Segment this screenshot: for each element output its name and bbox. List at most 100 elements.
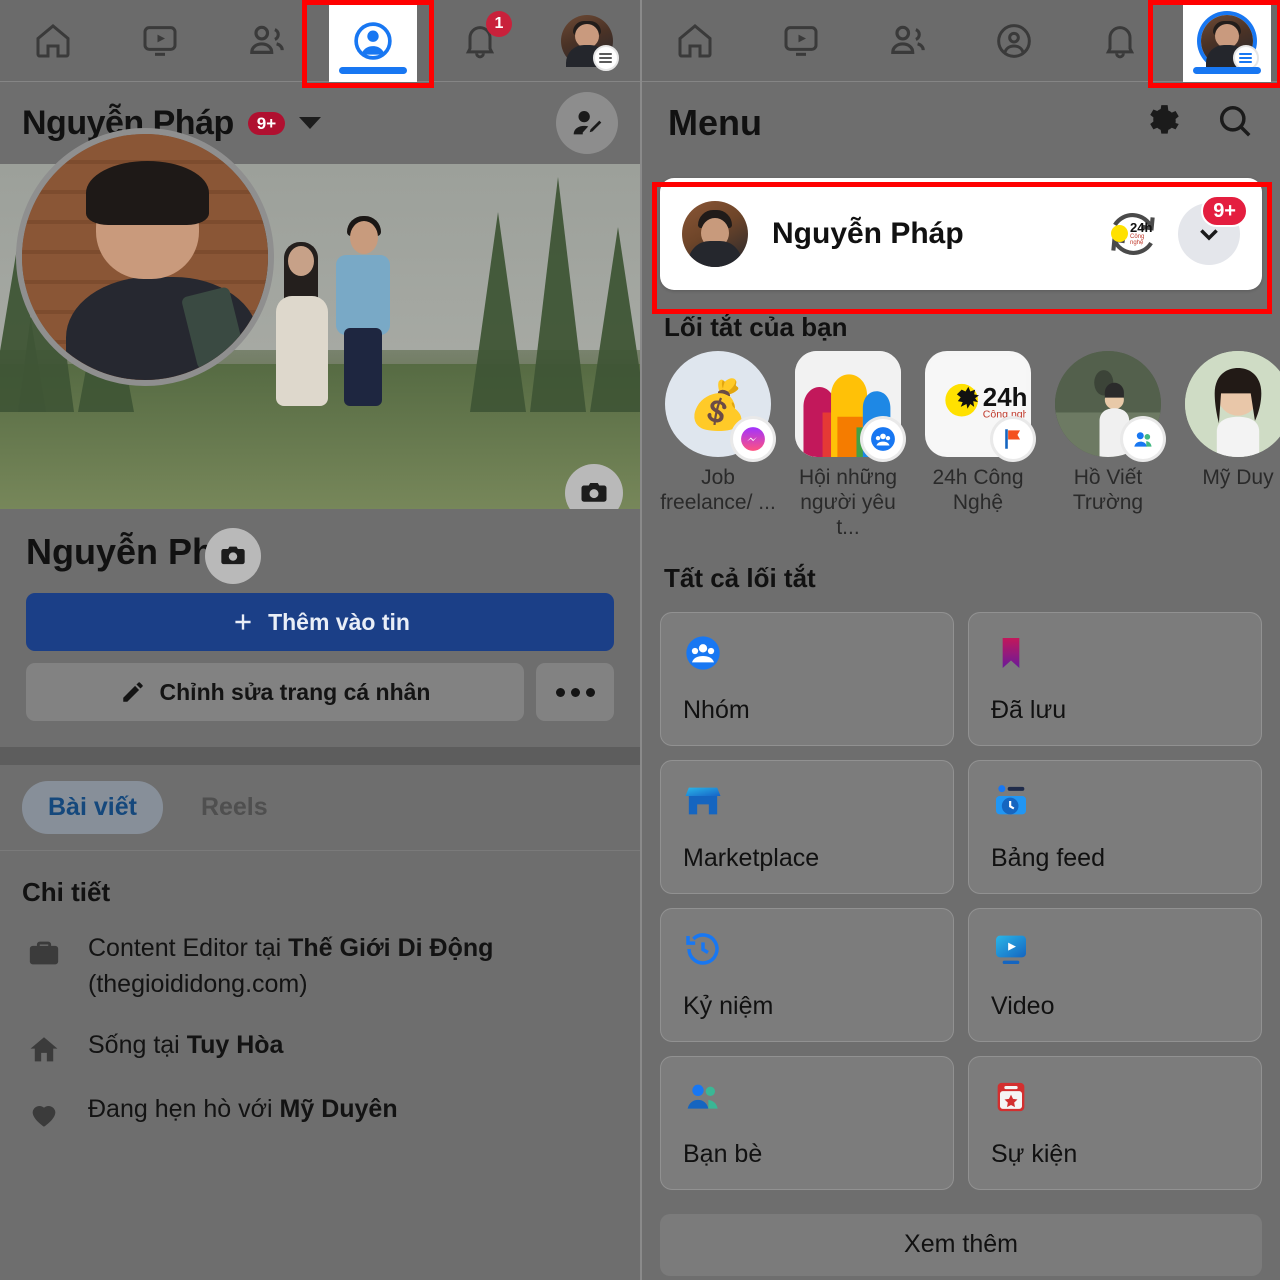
- notifications-badge: 1: [485, 10, 512, 37]
- detail-relationship-text: Đang hẹn hò với Mỹ Duyên: [88, 1094, 398, 1123]
- account-card[interactable]: Nguyễn Pháp 24h Công nghệ 9+: [660, 178, 1262, 290]
- search-icon[interactable]: [1216, 102, 1254, 145]
- tile-saved[interactable]: Đã lưu: [968, 611, 1262, 746]
- details-section-title: Chi tiết: [22, 877, 111, 907]
- more-options-button[interactable]: [536, 663, 614, 721]
- add-friend-button[interactable]: [556, 92, 618, 154]
- left-top-navigation-bar: 1: [0, 0, 640, 88]
- tile-label: Bảng feed: [991, 843, 1105, 872]
- tab-reels[interactable]: Reels: [175, 781, 294, 834]
- shortcut-label: Job freelance/ ...: [660, 466, 776, 515]
- shortcut-item[interactable]: 24h Công nghệ 24h Công Nghệ: [916, 351, 1040, 541]
- marketplace-icon: [683, 781, 931, 826]
- nav-menu-right[interactable]: [1182, 0, 1271, 82]
- tile-marketplace[interactable]: Marketplace: [660, 759, 954, 894]
- hamburger-icon: [592, 44, 619, 71]
- menu-title: Menu: [668, 102, 762, 143]
- tile-label: Nhóm: [683, 695, 750, 724]
- video-icon: [991, 929, 1239, 974]
- shortcut-label: Hồ Viết Trường: [1072, 466, 1144, 515]
- cover-person-male: [336, 215, 394, 406]
- section-divider: [0, 747, 640, 765]
- tile-label: Sự kiện: [991, 1139, 1078, 1168]
- detail-city[interactable]: Sống tại Tuy Hòa: [0, 1015, 640, 1079]
- page-flag-icon: [993, 419, 1033, 459]
- see-more-button[interactable]: Xem thêm: [660, 1213, 1262, 1276]
- detail-relationship[interactable]: Đang hẹn hò với Mỹ Duyên: [0, 1079, 640, 1143]
- tile-friends[interactable]: Bạn bè: [660, 1055, 954, 1190]
- bookmark-icon: [991, 633, 1239, 678]
- gear-icon[interactable]: [1142, 102, 1180, 145]
- right-top-navigation-bar: [642, 0, 1280, 88]
- page-switch-24h-icon[interactable]: 24h Công nghệ: [1102, 203, 1164, 265]
- messenger-icon: [733, 419, 773, 459]
- nav-profile-left[interactable]: [329, 0, 418, 82]
- nav-menu-left[interactable]: [543, 0, 631, 82]
- shortcut-label: Hội những người yêu t...: [798, 466, 898, 540]
- page-24h-label: 24h: [1130, 219, 1153, 235]
- profile-picture[interactable]: [16, 128, 274, 386]
- shortcut-thumb: [1185, 351, 1280, 457]
- group-icon: [863, 419, 903, 459]
- nav-video-right[interactable]: [757, 0, 845, 82]
- menu-avatar-icon: [560, 14, 619, 71]
- profile-header-badge[interactable]: 9+: [247, 111, 286, 135]
- cover-person-female: [276, 241, 328, 406]
- nav-profile-right[interactable]: [970, 0, 1058, 82]
- memories-clock-icon: [683, 929, 931, 974]
- tile-events[interactable]: Sự kiện: [968, 1055, 1262, 1190]
- nav-home-right[interactable]: [651, 0, 739, 82]
- edit-profile-label: Chỉnh sửa trang cá nhân: [159, 678, 431, 705]
- nav-home-left[interactable]: [9, 0, 97, 82]
- nav-video-left[interactable]: [116, 0, 204, 82]
- friends-icon: [683, 1077, 931, 1122]
- tile-label: Marketplace: [683, 843, 820, 872]
- active-tab-underline: [1192, 66, 1261, 74]
- shortcuts-row[interactable]: 💰 Job freelance/ ... Hội những người yêu…: [642, 351, 1280, 541]
- account-card-name: Nguyễn Pháp: [772, 217, 964, 250]
- left-panel-profile: 1 Nguyễn Pháp 9+ Nguyễn Pháp Thêm vào ti…: [0, 0, 640, 1280]
- shortcut-item[interactable]: Mỹ Duy: [1176, 351, 1280, 541]
- edit-profile-picture-button[interactable]: [205, 528, 261, 584]
- right-panel-menu: Menu Nguyễn Pháp 24h Công nghệ 9+ Lối tắ…: [640, 0, 1280, 1280]
- nav-notifications-left[interactable]: 1: [436, 0, 524, 82]
- edit-profile-button[interactable]: Chỉnh sửa trang cá nhân: [26, 663, 524, 721]
- nav-friends-left[interactable]: [223, 0, 311, 82]
- add-to-story-button[interactable]: Thêm vào tin: [26, 593, 614, 651]
- avatar: [682, 201, 748, 267]
- home-icon: [22, 1027, 66, 1067]
- tile-memories[interactable]: Kỷ niệm: [660, 907, 954, 1042]
- svg-text:Công nghệ: Công nghệ: [983, 408, 1026, 420]
- add-to-story-label: Thêm vào tin: [268, 608, 410, 635]
- tile-groups[interactable]: Nhóm: [660, 611, 954, 746]
- shortcut-item[interactable]: 💰 Job freelance/ ...: [656, 351, 780, 541]
- nav-notifications-right[interactable]: [1076, 0, 1164, 82]
- shortcut-item[interactable]: Hội những người yêu t...: [786, 351, 910, 541]
- nav-friends-right[interactable]: [864, 0, 952, 82]
- page-24h-sub: Công nghệ: [1130, 233, 1145, 246]
- tile-label: Đã lưu: [991, 695, 1067, 724]
- shortcut-label: Mỹ Duy: [1202, 466, 1274, 489]
- feeds-icon: [991, 781, 1239, 826]
- tab-posts[interactable]: Bài viết: [22, 781, 163, 834]
- menu-header: Menu: [642, 82, 1280, 164]
- groups-icon: [683, 633, 931, 678]
- menu-avatar-icon: [1200, 14, 1259, 71]
- detail-work[interactable]: Content Editor tại Thế Giới Di Động (the…: [0, 918, 640, 1015]
- screenshot-root: 1 Nguyễn Pháp 9+ Nguyễn Pháp Thêm vào ti…: [0, 0, 1280, 1280]
- shortcut-item[interactable]: Hồ Viết Trường: [1046, 351, 1170, 541]
- tile-label: Bạn bè: [683, 1139, 763, 1168]
- page-title: Nguyễn Pháp: [26, 531, 257, 572]
- all-shortcuts-title: Tất cả lối tắt: [664, 562, 816, 593]
- account-expand-button[interactable]: 9+: [1178, 195, 1248, 265]
- tile-label: Video: [991, 991, 1055, 1020]
- tile-label: Kỷ niệm: [683, 991, 774, 1020]
- chevron-down-icon[interactable]: [299, 117, 322, 129]
- group-icon: [1123, 419, 1163, 459]
- detail-work-text: Content Editor tại Thế Giới Di Động (the…: [88, 934, 494, 999]
- briefcase-icon: [22, 930, 66, 970]
- tile-video[interactable]: Video: [968, 907, 1262, 1042]
- profile-content-tabs: Bài viết Reels: [0, 765, 640, 851]
- tile-feeds[interactable]: Bảng feed: [968, 759, 1262, 894]
- events-calendar-icon: [991, 1077, 1239, 1122]
